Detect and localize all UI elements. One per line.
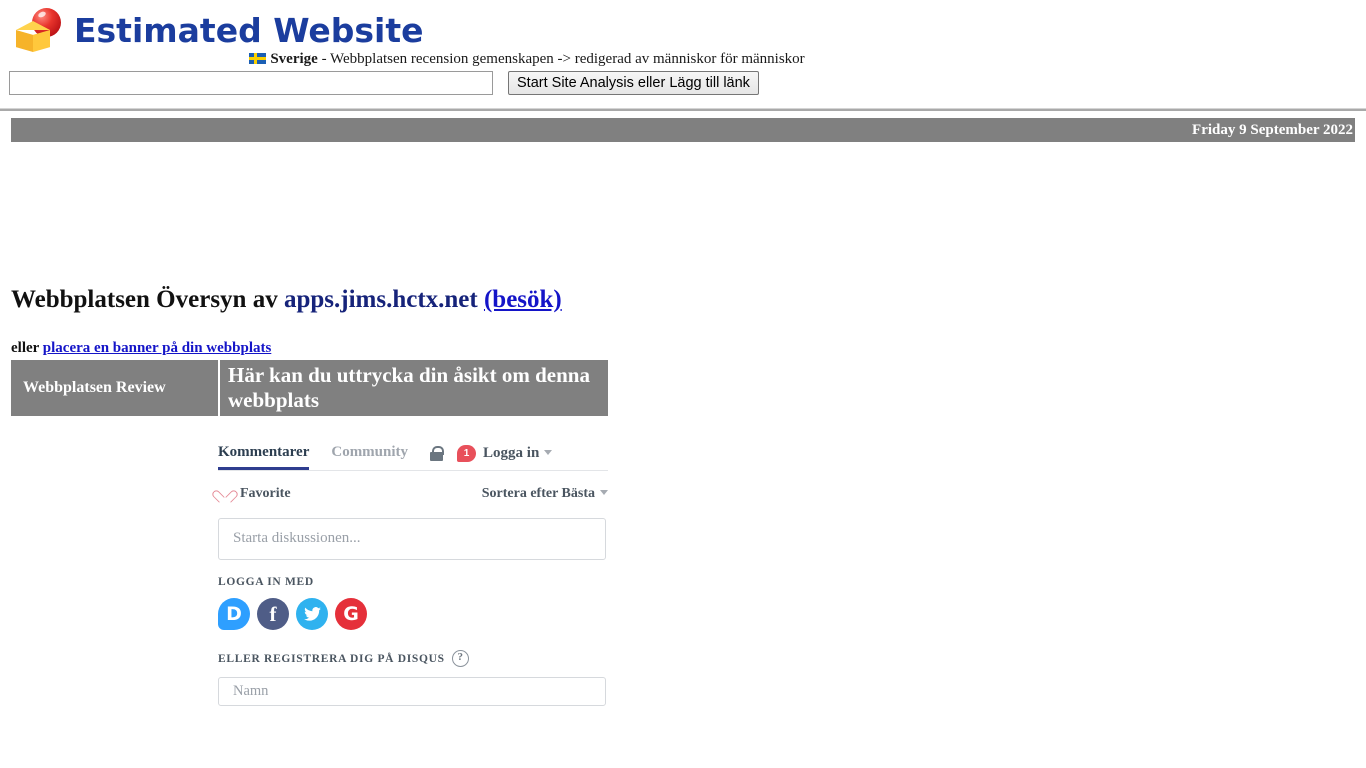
- chevron-down-icon: [544, 449, 553, 455]
- disqus-widget: Kommentarer Community 1 Logga in Favorit…: [218, 436, 608, 706]
- review-heading-cell: Här kan du uttrycka din åsikt om denna w…: [218, 360, 608, 416]
- reviewed-domain: apps.jims.hctx.net: [283, 286, 478, 313]
- login-with-label: Logga in med: [218, 576, 314, 588]
- disqus-login-icon[interactable]: D: [218, 598, 250, 630]
- visit-site-link[interactable]: (besök): [484, 286, 562, 313]
- sweden-flag-icon: [249, 53, 267, 64]
- lock-icon: [430, 445, 445, 461]
- twitter-login-icon[interactable]: [296, 598, 328, 630]
- comment-editor[interactable]: Starta diskussionen...: [218, 518, 606, 560]
- sort-label: Sortera efter Bästa: [481, 486, 595, 501]
- tab-community[interactable]: Community: [331, 436, 408, 470]
- twitter-bird-glyph: [303, 607, 321, 621]
- banner-prefix: eller: [11, 340, 43, 356]
- review-header-table: Webbplatsen Review Här kan du uttrycka d…: [11, 360, 608, 416]
- favorite-button[interactable]: Favorite: [218, 486, 291, 502]
- register-row: eller registrera dig på disqus ?: [218, 650, 608, 667]
- disqus-tab-bar: Kommentarer Community 1 Logga in: [218, 436, 608, 471]
- notification-badge[interactable]: 1: [457, 444, 477, 462]
- site-url-input[interactable]: [9, 71, 493, 95]
- disqus-sub-toolbar: Favorite Sortera efter Bästa: [218, 478, 608, 510]
- start-site-analysis-button[interactable]: Start Site Analysis eller Lägg till länk: [508, 71, 759, 95]
- facebook-login-icon[interactable]: f: [257, 598, 289, 630]
- login-label: Logga in: [483, 444, 540, 461]
- login-menu[interactable]: Logga in: [483, 444, 553, 462]
- tab-kommentarer[interactable]: Kommentarer: [218, 436, 309, 470]
- country-name: Sverige: [270, 51, 318, 67]
- cube-top-face: [16, 21, 50, 30]
- ad-slot: [0, 150, 1366, 275]
- cube-left-face: [16, 30, 33, 52]
- site-logo-text: Estimated Website: [74, 10, 424, 50]
- page-title: Webbplatsen Översyn av apps.jims.hctx.ne…: [11, 286, 562, 314]
- date-bar: Friday 9 September 2022: [11, 118, 1355, 142]
- cube-right-face: [33, 30, 50, 52]
- site-header: Estimated Website Sverige - Webbplatsen …: [0, 0, 1366, 70]
- review-label-cell: Webbplatsen Review: [11, 360, 218, 416]
- page-title-prefix: Webbplatsen Översyn av: [11, 286, 284, 313]
- place-banner-link[interactable]: placera en banner på din webbplats: [43, 340, 272, 356]
- site-tagline: Sverige - Webbplatsen recension gemenska…: [0, 51, 1366, 68]
- sort-dropdown[interactable]: Sortera efter Bästa: [482, 486, 608, 502]
- tagline-text: - Webbplatsen recension gemenskapen -> r…: [317, 51, 805, 67]
- lock-body: [430, 451, 444, 461]
- register-label: eller registrera dig på disqus: [218, 652, 445, 665]
- favorite-label: Favorite: [240, 486, 291, 501]
- cube-shape: [16, 21, 50, 55]
- header-divider: [0, 108, 1366, 111]
- banner-line: eller placera en banner på din webbplats: [11, 340, 271, 357]
- google-login-icon[interactable]: G: [335, 598, 367, 630]
- question-mark-icon[interactable]: ?: [451, 650, 469, 667]
- name-input[interactable]: [218, 677, 606, 706]
- chevron-down-icon: [600, 490, 608, 495]
- heart-icon: [218, 487, 233, 501]
- social-login-row: D f G: [218, 598, 608, 630]
